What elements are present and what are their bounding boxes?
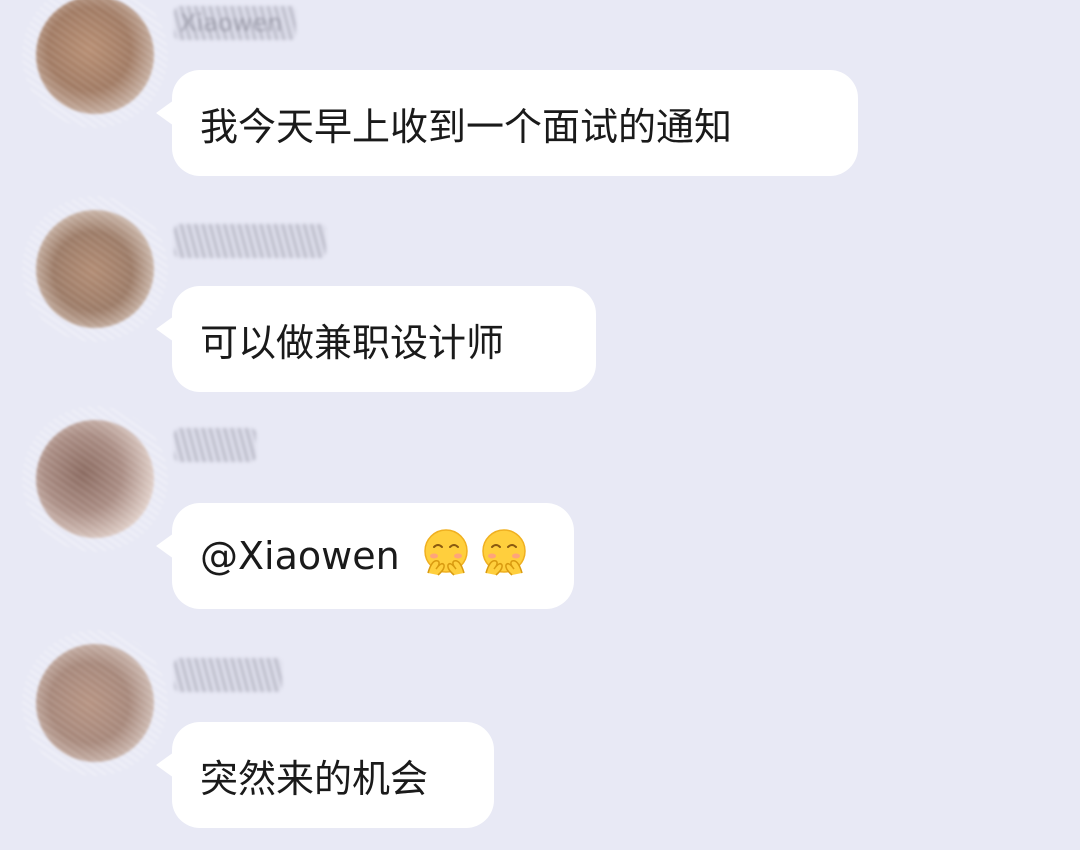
shy-face-emoji-icon — [478, 527, 530, 585]
sender-name — [174, 428, 256, 462]
message-text: 我今天早上收到一个面试的通知 — [200, 104, 733, 149]
message-text: 突然来的机会 — [200, 756, 429, 801]
sender-name: Xiaowen — [174, 6, 296, 40]
message-bubble[interactable]: 可以做兼职设计师 — [156, 286, 596, 392]
shy-face-emoji-icon — [420, 527, 472, 585]
sender-name — [174, 658, 282, 692]
message-bubble[interactable]: 突然来的机会 — [156, 722, 494, 828]
message-bubble[interactable]: 我今天早上收到一个面试的通知 — [156, 70, 858, 176]
message-text: @Xiaowen — [200, 534, 400, 578]
avatar[interactable] — [22, 630, 168, 776]
avatar[interactable] — [22, 406, 168, 552]
chat-message-list: Xiaowen 我今天早上收到一个面试的通知 可以做兼职设计师 @Xiaowen — [0, 0, 1080, 850]
avatar[interactable] — [22, 0, 168, 128]
message-text: 可以做兼职设计师 — [200, 320, 505, 365]
avatar[interactable] — [22, 196, 168, 342]
message-bubble[interactable]: @Xiaowen — [156, 503, 574, 609]
sender-name — [174, 224, 326, 258]
